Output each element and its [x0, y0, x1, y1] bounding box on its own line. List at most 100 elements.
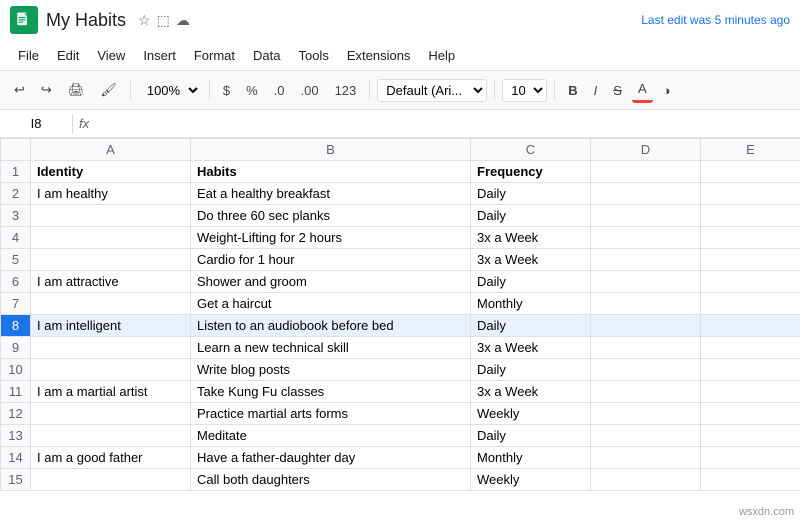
cell-15-D[interactable]	[591, 469, 701, 491]
text-color-button[interactable]: A	[632, 77, 653, 103]
cell-4-C[interactable]: 3x a Week	[471, 227, 591, 249]
font-size-select[interactable]: 10	[502, 79, 547, 102]
cell-3-D[interactable]	[591, 205, 701, 227]
menu-tools[interactable]: Tools	[290, 45, 336, 66]
cell-3-B[interactable]: Do three 60 sec planks	[191, 205, 471, 227]
cell-13-A[interactable]	[31, 425, 191, 447]
cell-15-E[interactable]	[701, 469, 800, 491]
cell-7-D[interactable]	[591, 293, 701, 315]
col-header-e[interactable]: E	[701, 139, 800, 161]
cell-11-B[interactable]: Take Kung Fu classes	[191, 381, 471, 403]
cell-reference-input[interactable]	[6, 113, 66, 134]
table-row[interactable]: 10Write blog postsDaily	[1, 359, 800, 381]
cell-4-A[interactable]	[31, 227, 191, 249]
paint-format-button[interactable]: 🖌	[94, 78, 123, 102]
table-row[interactable]: 6I am attractiveShower and groomDaily	[1, 271, 800, 293]
cell-12-E[interactable]	[701, 403, 800, 425]
table-row[interactable]: 2I am healthyEat a healthy breakfastDail…	[1, 183, 800, 205]
table-row[interactable]: 4Weight-Lifting for 2 hours3x a Week	[1, 227, 800, 249]
cell-6-E[interactable]	[701, 271, 800, 293]
strikethrough-button[interactable]: S	[607, 79, 628, 102]
col-header-b[interactable]: B	[191, 139, 471, 161]
cell-5-C[interactable]: 3x a Week	[471, 249, 591, 271]
cell-15-B[interactable]: Call both daughters	[191, 469, 471, 491]
menu-data[interactable]: Data	[245, 45, 288, 66]
cell-1-E[interactable]	[701, 161, 800, 183]
menu-insert[interactable]: Insert	[135, 45, 184, 66]
undo-button[interactable]: ↩	[8, 78, 31, 102]
cell-8-C[interactable]: Daily	[471, 315, 591, 337]
table-row[interactable]: 1IdentityHabitsFrequency	[1, 161, 800, 183]
cell-4-B[interactable]: Weight-Lifting for 2 hours	[191, 227, 471, 249]
cell-8-B[interactable]: Listen to an audiobook before bed	[191, 315, 471, 337]
col-header-c[interactable]: C	[471, 139, 591, 161]
cell-8-E[interactable]	[701, 315, 800, 337]
cell-8-A[interactable]: I am intelligent	[31, 315, 191, 337]
cell-6-C[interactable]: Daily	[471, 271, 591, 293]
cell-13-E[interactable]	[701, 425, 800, 447]
table-row[interactable]: 13MeditateDaily	[1, 425, 800, 447]
cell-10-B[interactable]: Write blog posts	[191, 359, 471, 381]
menu-help[interactable]: Help	[420, 45, 463, 66]
cell-1-D[interactable]	[591, 161, 701, 183]
last-edit-text[interactable]: Last edit was 5 minutes ago	[641, 13, 790, 27]
cell-12-C[interactable]: Weekly	[471, 403, 591, 425]
cell-7-A[interactable]	[31, 293, 191, 315]
cell-9-E[interactable]	[701, 337, 800, 359]
table-row[interactable]: 11I am a martial artistTake Kung Fu clas…	[1, 381, 800, 403]
cell-14-B[interactable]: Have a father-daughter day	[191, 447, 471, 469]
cell-12-B[interactable]: Practice martial arts forms	[191, 403, 471, 425]
cell-11-C[interactable]: 3x a Week	[471, 381, 591, 403]
cell-10-E[interactable]	[701, 359, 800, 381]
cell-15-C[interactable]: Weekly	[471, 469, 591, 491]
cell-15-A[interactable]	[31, 469, 191, 491]
cell-14-A[interactable]: I am a good father	[31, 447, 191, 469]
document-title[interactable]: My Habits	[46, 10, 126, 31]
cell-2-C[interactable]: Daily	[471, 183, 591, 205]
print-button[interactable]: 🖨	[62, 78, 91, 102]
col-header-a[interactable]: A	[31, 139, 191, 161]
cell-11-A[interactable]: I am a martial artist	[31, 381, 191, 403]
table-row[interactable]: 3Do three 60 sec planksDaily	[1, 205, 800, 227]
currency-button[interactable]: $	[217, 79, 236, 102]
redo-button[interactable]: ↪	[35, 78, 58, 102]
cell-9-A[interactable]	[31, 337, 191, 359]
cell-6-A[interactable]: I am attractive	[31, 271, 191, 293]
cell-9-C[interactable]: 3x a Week	[471, 337, 591, 359]
cell-4-D[interactable]	[591, 227, 701, 249]
menu-format[interactable]: Format	[186, 45, 243, 66]
percent-button[interactable]: %	[240, 79, 264, 102]
cell-5-E[interactable]	[701, 249, 800, 271]
cell-5-D[interactable]	[591, 249, 701, 271]
cell-10-C[interactable]: Daily	[471, 359, 591, 381]
cell-2-A[interactable]: I am healthy	[31, 183, 191, 205]
cloud-icon[interactable]: ☁	[176, 12, 190, 29]
font-select[interactable]: Default (Ari...	[377, 79, 487, 102]
more-formats-button[interactable]: 123	[329, 79, 363, 102]
table-row[interactable]: 12Practice martial arts formsWeekly	[1, 403, 800, 425]
cell-3-C[interactable]: Daily	[471, 205, 591, 227]
cell-10-A[interactable]	[31, 359, 191, 381]
cell-6-B[interactable]: Shower and groom	[191, 271, 471, 293]
cell-9-B[interactable]: Learn a new technical skill	[191, 337, 471, 359]
bold-button[interactable]: B	[562, 79, 583, 102]
decimal0-button[interactable]: .0	[268, 79, 291, 102]
menu-edit[interactable]: Edit	[49, 45, 87, 66]
cell-13-D[interactable]	[591, 425, 701, 447]
cell-7-C[interactable]: Monthly	[471, 293, 591, 315]
cell-2-E[interactable]	[701, 183, 800, 205]
cell-14-C[interactable]: Monthly	[471, 447, 591, 469]
cell-12-A[interactable]	[31, 403, 191, 425]
cell-8-D[interactable]	[591, 315, 701, 337]
cell-6-D[interactable]	[591, 271, 701, 293]
table-row[interactable]: 5Cardio for 1 hour3x a Week	[1, 249, 800, 271]
decimal00-button[interactable]: .00	[294, 79, 324, 102]
menu-file[interactable]: File	[10, 45, 47, 66]
cell-7-E[interactable]	[701, 293, 800, 315]
folder-icon[interactable]: ⬚	[157, 12, 170, 29]
cell-13-C[interactable]: Daily	[471, 425, 591, 447]
cell-4-E[interactable]	[701, 227, 800, 249]
col-header-d[interactable]: D	[591, 139, 701, 161]
formula-input[interactable]	[95, 116, 794, 131]
cell-2-B[interactable]: Eat a healthy breakfast	[191, 183, 471, 205]
